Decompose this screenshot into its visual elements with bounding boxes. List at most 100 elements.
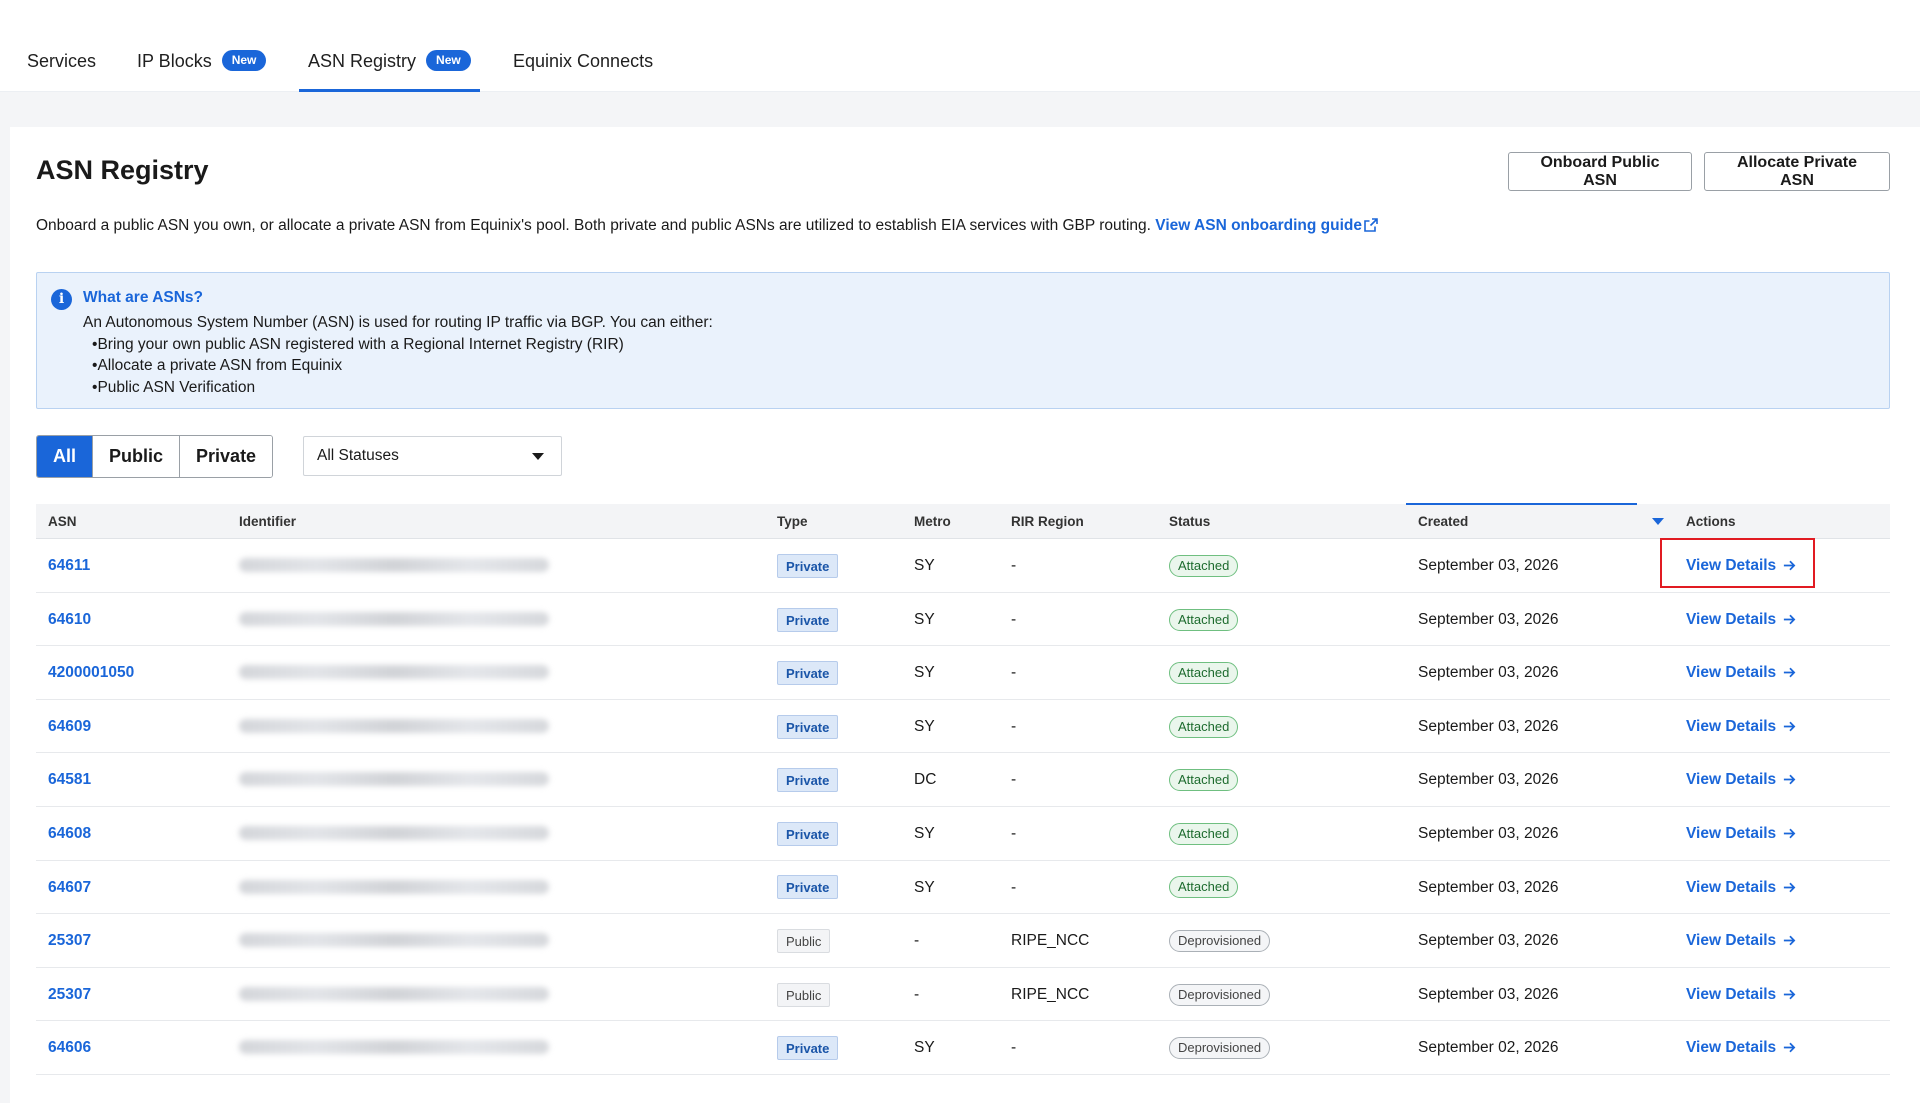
asn-link[interactable]: 64606 bbox=[48, 1039, 91, 1056]
tab-label: Services bbox=[27, 51, 97, 71]
asn-link[interactable]: 25307 bbox=[48, 932, 91, 949]
onboarding-guide-link[interactable]: View ASN onboarding guide bbox=[1155, 217, 1378, 234]
identifier-redacted bbox=[239, 665, 549, 680]
rir-region-cell: - bbox=[1011, 717, 1017, 735]
identifier-redacted bbox=[239, 933, 549, 948]
view-details-link[interactable]: View Details bbox=[1686, 861, 1797, 914]
status-badge: Deprovisioned bbox=[1169, 930, 1271, 953]
view-details-link[interactable]: View Details bbox=[1686, 1021, 1797, 1074]
description-text: Onboard a public ASN you own, or allocat… bbox=[36, 217, 1151, 234]
view-details-link[interactable]: View Details bbox=[1686, 700, 1797, 753]
identifier-redacted bbox=[239, 825, 549, 840]
view-details-label: View Details bbox=[1686, 1039, 1777, 1057]
metro-cell: SY bbox=[914, 664, 935, 682]
column-header-rir-region[interactable]: RIR Region bbox=[1011, 504, 1084, 539]
external-link-icon bbox=[1364, 218, 1378, 232]
view-details-link[interactable]: View Details bbox=[1686, 914, 1797, 967]
view-details-link[interactable]: View Details bbox=[1686, 807, 1797, 860]
type-badge: Private bbox=[777, 714, 839, 739]
created-cell: September 03, 2026 bbox=[1418, 932, 1559, 950]
arrow-right-icon bbox=[1784, 989, 1796, 1000]
asn-link[interactable]: 4200001050 bbox=[48, 664, 134, 681]
page-description: Onboard a public ASN you own, or allocat… bbox=[36, 217, 1378, 235]
status-filter-select[interactable]: All Statuses bbox=[303, 436, 562, 476]
view-details-link[interactable]: View Details bbox=[1686, 539, 1797, 592]
created-cell: September 03, 2026 bbox=[1418, 610, 1559, 628]
created-cell: September 03, 2026 bbox=[1418, 664, 1559, 682]
created-cell: September 03, 2026 bbox=[1418, 771, 1559, 789]
view-details-link[interactable]: View Details bbox=[1686, 646, 1797, 699]
table-row: 64610 Private SY - Attached September 03, 202… bbox=[36, 593, 1890, 647]
metro-cell: - bbox=[914, 932, 920, 950]
asn-table: ASN Identifier Type Metro RIR Region Sta… bbox=[36, 503, 1890, 1103]
filter-all-button[interactable]: All bbox=[37, 436, 94, 477]
identifier-redacted bbox=[239, 718, 549, 733]
table-row: 64609 Private SY - Attached September 03, 202… bbox=[36, 700, 1890, 754]
created-cell: September 03, 2026 bbox=[1418, 985, 1559, 1003]
column-header-type[interactable]: Type bbox=[777, 504, 808, 539]
info-bullet: Public ASN Verification bbox=[92, 377, 713, 399]
tab-label: IP Blocks bbox=[137, 51, 212, 71]
view-details-label: View Details bbox=[1686, 557, 1777, 574]
arrow-right-icon bbox=[1784, 667, 1796, 678]
asn-link[interactable]: 64610 bbox=[48, 611, 91, 628]
table-row: 64608 Private SY - Attached September 03, 202… bbox=[36, 807, 1890, 861]
table-row: 25307 Public - RIPE_NCC Deprovisioned Septemb… bbox=[36, 914, 1890, 968]
identifier-redacted bbox=[239, 772, 549, 787]
status-badge: Attached bbox=[1169, 608, 1239, 631]
info-bullet-list: Bring your own public ASN registered wit… bbox=[83, 334, 713, 399]
asn-link[interactable]: 64611 bbox=[48, 557, 90, 574]
column-header-status[interactable]: Status bbox=[1169, 504, 1210, 539]
column-header-created[interactable]: Created bbox=[1418, 504, 1468, 539]
status-badge: Attached bbox=[1169, 715, 1239, 738]
arrow-right-icon bbox=[1784, 560, 1796, 571]
identifier-redacted bbox=[239, 1040, 549, 1055]
column-header-asn[interactable]: ASN bbox=[48, 504, 77, 539]
sort-descending-icon[interactable] bbox=[1652, 518, 1664, 525]
info-body: An Autonomous System Number (ASN) is use… bbox=[83, 312, 713, 398]
caret-down-icon bbox=[532, 453, 544, 460]
type-badge: Private bbox=[777, 607, 839, 632]
asn-link[interactable]: 64581 bbox=[48, 771, 91, 788]
allocate-private-asn-button[interactable]: Allocate Private ASN bbox=[1704, 152, 1890, 191]
asn-link[interactable]: 64607 bbox=[48, 879, 91, 896]
arrow-right-icon bbox=[1784, 614, 1796, 624]
identifier-redacted bbox=[239, 986, 549, 1001]
filter-public-button[interactable]: Public bbox=[93, 436, 181, 477]
onboard-public-asn-button[interactable]: Onboard Public ASN bbox=[1508, 152, 1692, 191]
new-badge: New bbox=[221, 50, 267, 71]
column-header-metro[interactable]: Metro bbox=[914, 504, 951, 539]
type-badge: Public bbox=[777, 982, 831, 1007]
table-row: 25307 Public - RIPE_NCC Deprovisioned Septemb… bbox=[36, 968, 1890, 1022]
type-badge: Private bbox=[777, 553, 839, 578]
table-row: 4200001050 Private SY - Attached September 03… bbox=[36, 646, 1890, 700]
view-details-link[interactable]: View Details bbox=[1686, 968, 1797, 1021]
arrow-right-icon bbox=[1784, 775, 1796, 785]
tab-asn-registry[interactable]: ASN Registry New bbox=[299, 46, 480, 92]
tab-ip-blocks[interactable]: IP Blocks New bbox=[137, 46, 267, 92]
created-cell: September 02, 2026 bbox=[1418, 1039, 1559, 1057]
column-header-identifier[interactable]: Identifier bbox=[239, 504, 296, 539]
table-row-partial bbox=[36, 1075, 1890, 1103]
type-badge: Private bbox=[777, 661, 839, 686]
rir-region-cell: - bbox=[1011, 824, 1017, 842]
asn-link[interactable]: 25307 bbox=[48, 986, 91, 1003]
arrow-right-icon bbox=[1784, 721, 1796, 732]
view-details-link[interactable]: View Details bbox=[1686, 753, 1797, 806]
tab-equinix-connects[interactable]: Equinix Connects bbox=[513, 46, 653, 92]
metro-cell: SY bbox=[914, 717, 935, 735]
metro-cell: - bbox=[914, 985, 920, 1003]
view-details-link[interactable]: View Details bbox=[1686, 593, 1797, 646]
asn-link[interactable]: 64609 bbox=[48, 718, 91, 735]
metro-cell: SY bbox=[914, 824, 935, 842]
created-cell: September 03, 2026 bbox=[1418, 557, 1559, 574]
info-icon: i bbox=[51, 289, 72, 310]
tab-services[interactable]: Services bbox=[27, 46, 96, 92]
tab-label: ASN Registry bbox=[308, 51, 417, 71]
arrow-right-icon bbox=[1784, 828, 1796, 839]
asn-link[interactable]: 64608 bbox=[48, 825, 91, 842]
info-text: An Autonomous System Number (ASN) is use… bbox=[83, 314, 713, 331]
status-badge: Attached bbox=[1169, 662, 1239, 685]
filter-private-button[interactable]: Private bbox=[180, 436, 273, 477]
column-header-actions: Actions bbox=[1686, 514, 1736, 529]
